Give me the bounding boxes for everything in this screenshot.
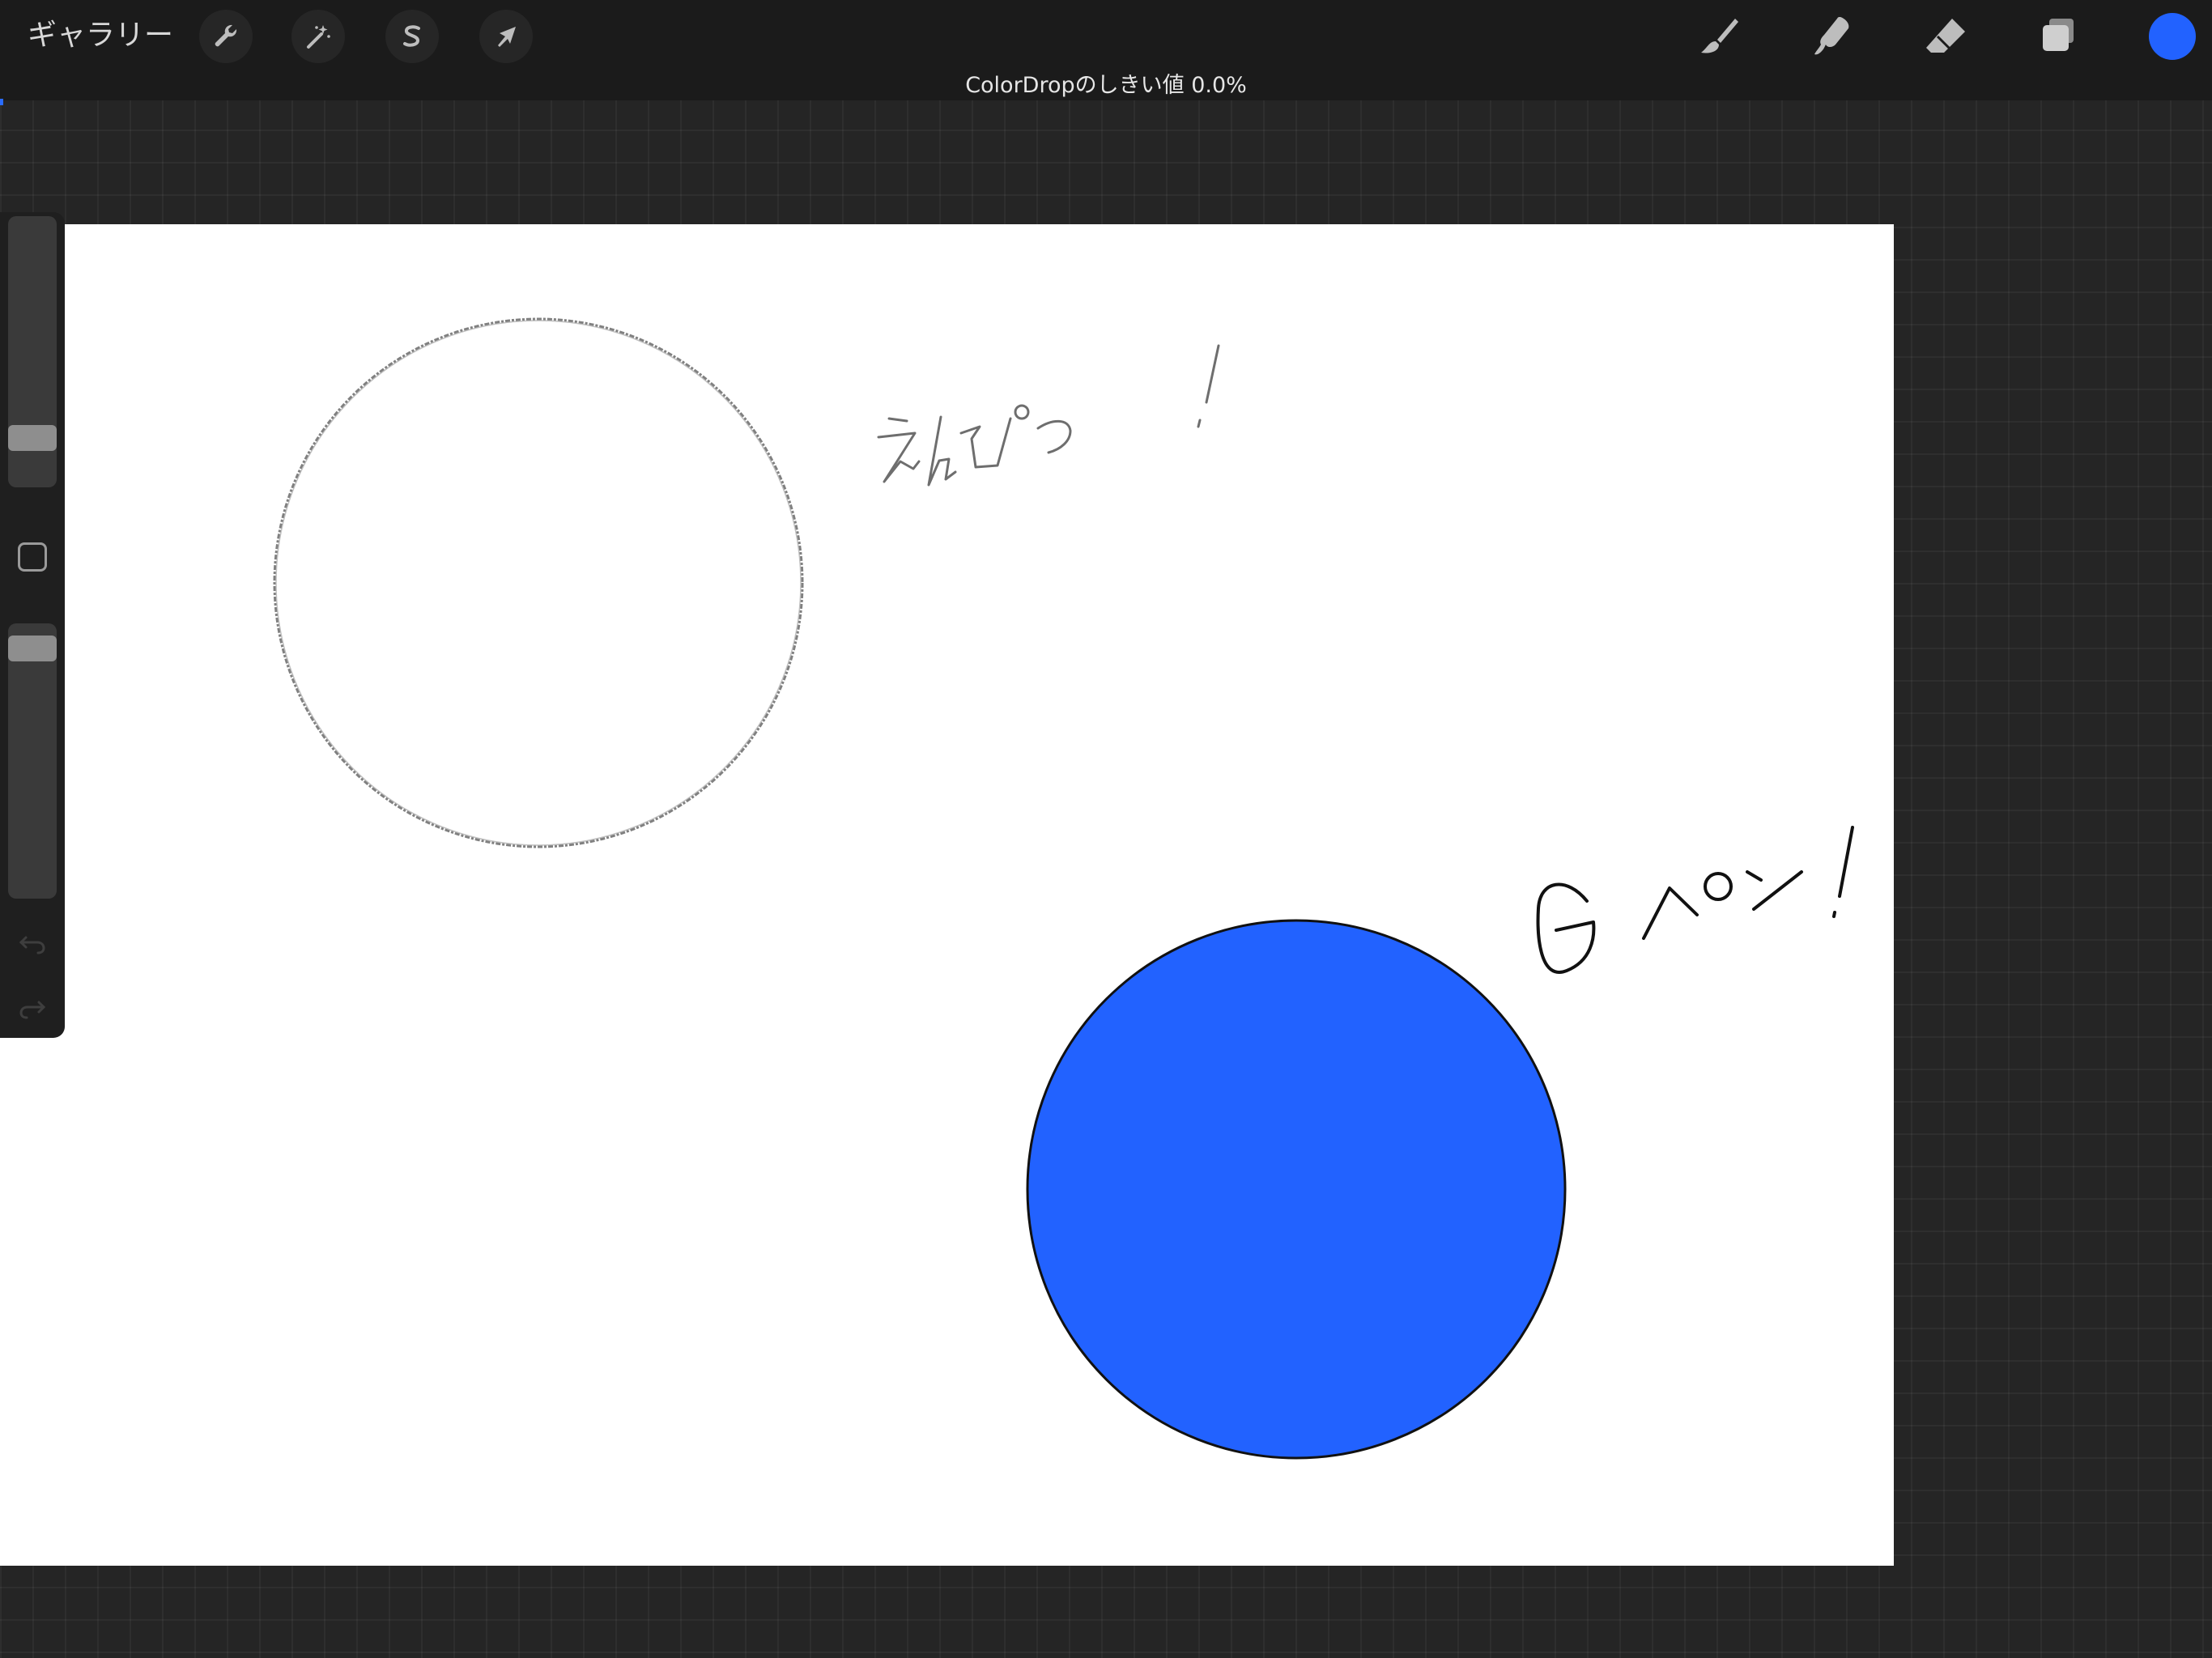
smudge-tool-button[interactable] <box>1804 10 1861 63</box>
colordrop-threshold-status: ColorDropのしきい値 0.0% <box>965 73 1247 98</box>
brush-icon <box>1701 19 1738 53</box>
pencil-circle <box>273 317 804 848</box>
eraser-tool-button[interactable] <box>1917 10 1974 63</box>
gallery-button[interactable]: ギャラリー <box>28 15 173 57</box>
canvas-artwork <box>273 317 1854 1460</box>
transform-button[interactable] <box>479 10 533 63</box>
opacity-slider[interactable] <box>8 623 57 899</box>
procreate-workspace: ギャラリー ColorDropのしきい値 0.0% <box>0 0 2212 1658</box>
selection-button[interactable] <box>385 10 439 63</box>
top-toolbar: ギャラリー ColorDropのしきい値 0.0% <box>0 0 2212 100</box>
gpen-handwriting <box>1536 826 1854 974</box>
layers-button[interactable] <box>2031 10 2087 63</box>
actions-button[interactable] <box>199 10 253 63</box>
gpen-filled-circle <box>1026 919 1567 1460</box>
undo-icon <box>19 936 45 954</box>
arrow-cursor-icon <box>498 27 516 47</box>
magic-wand-icon <box>307 25 330 49</box>
brush-size-slider[interactable] <box>8 216 57 487</box>
adjustments-button[interactable] <box>291 10 345 63</box>
redo-button[interactable] <box>15 989 50 1025</box>
selection-s-icon <box>403 25 420 47</box>
brush-tool-button[interactable] <box>1691 10 1747 63</box>
smudge-icon <box>1814 17 1849 55</box>
left-sidebar <box>0 212 65 1038</box>
brush-size-handle[interactable] <box>8 425 57 451</box>
wrench-icon <box>215 24 237 47</box>
layers-icon <box>2043 19 2074 51</box>
redo-icon <box>19 1001 46 1019</box>
modify-button[interactable] <box>18 542 47 572</box>
pencil-handwriting <box>877 344 1220 487</box>
color-swatch-button[interactable] <box>2149 13 2196 60</box>
threshold-progress-indicator <box>0 99 3 105</box>
eraser-icon <box>1926 19 1965 53</box>
undo-button[interactable] <box>15 925 50 960</box>
drawing-canvas[interactable] <box>0 224 1894 1566</box>
opacity-handle[interactable] <box>8 636 57 661</box>
